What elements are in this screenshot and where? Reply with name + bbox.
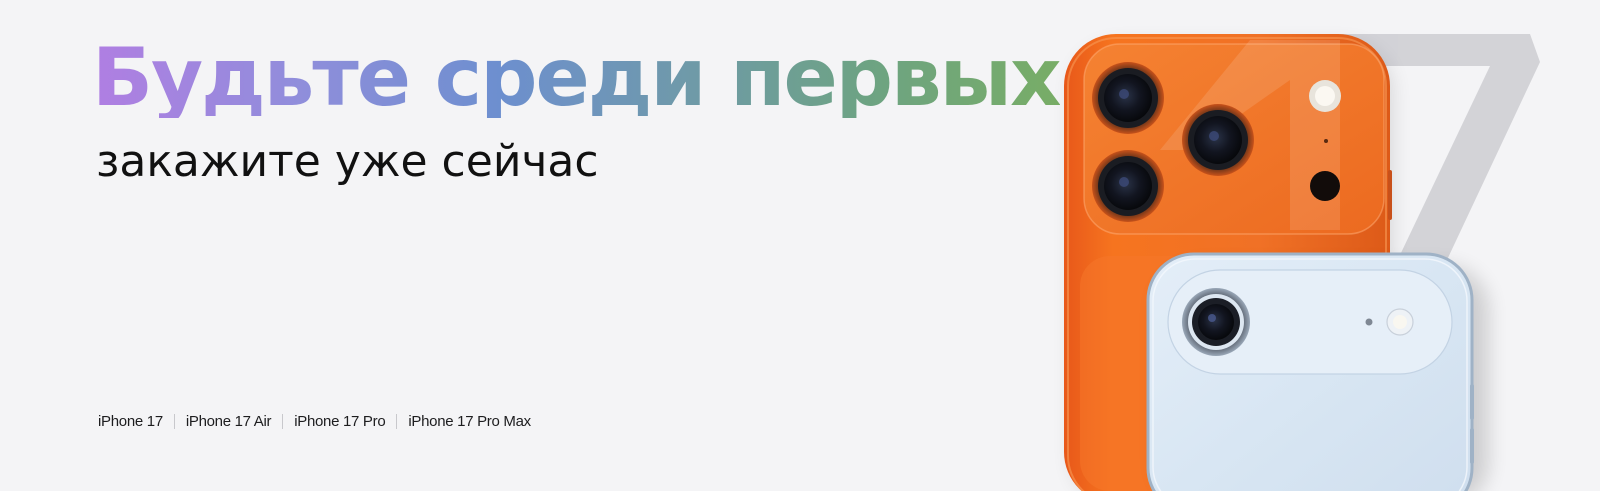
- model-link-iphone-17-pro[interactable]: iPhone 17 Pro: [294, 413, 385, 430]
- divider: [282, 414, 284, 429]
- headline: Будьте среди первых: [92, 31, 1062, 124]
- model-link-iphone-17-pro-max[interactable]: iPhone 17 Pro Max: [408, 413, 531, 430]
- divider: [173, 414, 175, 429]
- phones-image: [1064, 34, 1540, 491]
- orange-lens-right: [1182, 104, 1254, 176]
- orange-lens-bottom: [1092, 150, 1164, 222]
- blue-lens: [1182, 288, 1250, 356]
- divider: [396, 414, 398, 429]
- promo-banner[interactable]: Будьте среди первых закажите уже сейчас …: [0, 0, 1600, 491]
- model-links: iPhone 17 iPhone 17 Air iPhone 17 Pro iP…: [98, 413, 531, 430]
- model-link-iphone-17-air[interactable]: iPhone 17 Air: [186, 413, 272, 430]
- orange-lens-top: [1092, 62, 1164, 134]
- subheadline: закажите уже сейчас: [96, 136, 599, 187]
- blue-phone: [1146, 252, 1474, 491]
- model-link-iphone-17[interactable]: iPhone 17: [98, 413, 163, 430]
